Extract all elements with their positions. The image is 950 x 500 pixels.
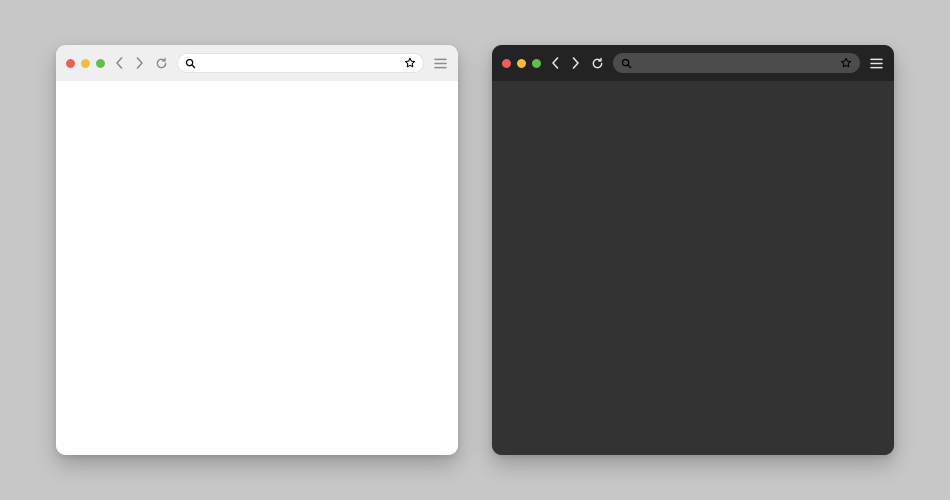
forward-button[interactable] <box>569 55 581 71</box>
reload-button[interactable] <box>589 55 605 71</box>
search-icon <box>185 58 196 69</box>
star-icon[interactable] <box>404 57 416 69</box>
close-button[interactable] <box>502 59 511 68</box>
reload-button[interactable] <box>153 55 169 71</box>
reload-icon <box>155 57 168 70</box>
reload-icon <box>591 57 604 70</box>
minimize-button[interactable] <box>517 59 526 68</box>
star-icon[interactable] <box>840 57 852 69</box>
chevron-right-icon <box>135 57 144 69</box>
browser-window-light <box>56 45 458 455</box>
menu-button[interactable] <box>868 55 884 71</box>
window-controls <box>502 59 541 68</box>
chevron-right-icon <box>571 57 580 69</box>
page-content <box>492 81 894 455</box>
address-input[interactable] <box>638 53 834 73</box>
toolbar <box>492 45 894 81</box>
minimize-button[interactable] <box>81 59 90 68</box>
close-button[interactable] <box>66 59 75 68</box>
zoom-button[interactable] <box>96 59 105 68</box>
hamburger-icon <box>434 58 447 69</box>
menu-button[interactable] <box>432 55 448 71</box>
hamburger-icon <box>870 58 883 69</box>
address-bar[interactable] <box>177 53 424 73</box>
browser-window-dark <box>492 45 894 455</box>
back-button[interactable] <box>549 55 561 71</box>
back-button[interactable] <box>113 55 125 71</box>
forward-button[interactable] <box>133 55 145 71</box>
toolbar <box>56 45 458 81</box>
address-bar[interactable] <box>613 53 860 73</box>
window-controls <box>66 59 105 68</box>
search-icon <box>621 58 632 69</box>
page-content <box>56 81 458 455</box>
chevron-left-icon <box>115 57 124 69</box>
chevron-left-icon <box>551 57 560 69</box>
zoom-button[interactable] <box>532 59 541 68</box>
address-input[interactable] <box>202 53 398 73</box>
